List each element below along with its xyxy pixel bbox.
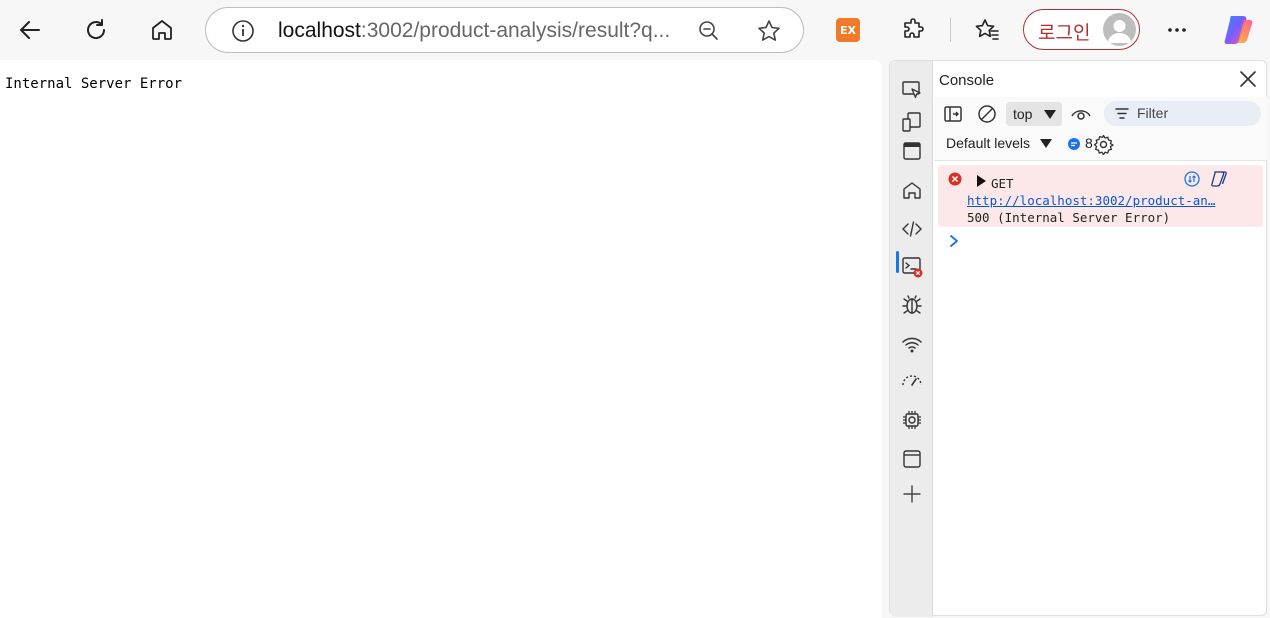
welcome-home-icon[interactable] (901, 179, 923, 201)
url-path: :3002/product-analysis/result?q... (360, 19, 671, 42)
home-button[interactable] (142, 10, 182, 50)
address-bar[interactable]: localhost:3002/product-analysis/result?q… (205, 7, 804, 53)
url-host: localhost (278, 19, 361, 42)
console-icon[interactable] (901, 256, 923, 278)
levels-label: Default levels (946, 135, 1031, 151)
memory-icon[interactable] (901, 409, 923, 431)
context-label: top (1013, 106, 1033, 122)
devtools-pane: Console top Filter Default levels 8 GET … (889, 60, 1267, 617)
device-icon[interactable] (901, 111, 923, 133)
error-status: 500 (Internal Server Error) (967, 210, 1171, 225)
page-viewport: Internal Server Error (0, 60, 882, 618)
inspect-icon[interactable] (901, 79, 923, 101)
error-icon (948, 172, 962, 186)
favorites-button[interactable] (967, 10, 1007, 50)
more-icon (1168, 28, 1186, 32)
back-button[interactable] (10, 10, 50, 50)
performance-icon[interactable] (901, 371, 923, 393)
devtools-activity-bar (890, 61, 933, 617)
default-levels-dropdown[interactable]: Default levels (946, 135, 1052, 151)
filter-input[interactable]: Filter (1104, 101, 1261, 126)
login-button[interactable]: 로그인 (1023, 9, 1140, 50)
more-button[interactable] (1157, 10, 1197, 50)
error-method: GET (991, 176, 1014, 191)
chevron-down-icon (1044, 110, 1056, 119)
clear-icon[interactable] (977, 104, 997, 124)
home-icon (152, 20, 172, 40)
sidebar-toggle-icon[interactable] (943, 104, 963, 124)
avatar (1103, 13, 1136, 46)
context-selector[interactable]: top (1006, 102, 1062, 126)
eye-icon[interactable] (1070, 105, 1092, 123)
copilot-icon[interactable] (1222, 13, 1256, 47)
profile-icon (1108, 20, 1131, 43)
reload-button[interactable] (76, 10, 116, 50)
chevron-down-icon (1039, 139, 1052, 149)
back-icon (20, 21, 40, 39)
console-toolbar: top Filter Default levels 8 (934, 97, 1267, 161)
error-message: Internal Server Error (5, 76, 183, 92)
network-icon[interactable] (901, 333, 923, 355)
expand-triangle-icon[interactable] (976, 175, 986, 187)
filter-icon (1115, 108, 1129, 119)
add-tool-icon[interactable] (901, 483, 923, 505)
reload-icon (87, 19, 106, 39)
favorites-icon (975, 19, 999, 40)
url-text[interactable]: localhost:3002/product-analysis/result?q… (278, 19, 670, 43)
elements-icon[interactable] (901, 218, 923, 240)
gear-icon[interactable] (1093, 134, 1114, 155)
message-icon (1068, 138, 1080, 151)
console-title: Console (939, 72, 995, 89)
console-error-message[interactable]: GET http://localhost:3002/product-an… 50… (938, 165, 1263, 227)
login-label: 로그인 (1038, 22, 1091, 44)
close-icon[interactable] (1238, 69, 1258, 89)
active-tab-indicator (896, 251, 899, 273)
application-icon[interactable] (901, 448, 923, 470)
copilot-small-icon[interactable] (1210, 170, 1228, 187)
prompt-chevron-icon[interactable] (948, 234, 960, 248)
zoom-out-icon[interactable] (696, 18, 722, 44)
filter-placeholder: Filter (1137, 105, 1169, 121)
error-url-link[interactable]: http://localhost:3002/product-an… (967, 193, 1215, 208)
message-count: 8 (1085, 135, 1093, 151)
info-icon[interactable] (230, 18, 256, 44)
extensions-button[interactable] (894, 10, 934, 50)
toolbar-separator (950, 18, 951, 42)
star-icon[interactable] (756, 18, 782, 44)
message-count-badge[interactable]: 8 (1067, 135, 1093, 151)
sources-icon[interactable] (901, 294, 923, 316)
puzzle-icon (904, 18, 924, 38)
browser-toolbar: localhost:3002/product-analysis/result?q… (0, 0, 1270, 60)
panel-icon[interactable] (901, 140, 923, 162)
extension-ex-button[interactable]: EX (836, 18, 860, 42)
ai-explain-icon[interactable] (1184, 171, 1200, 187)
